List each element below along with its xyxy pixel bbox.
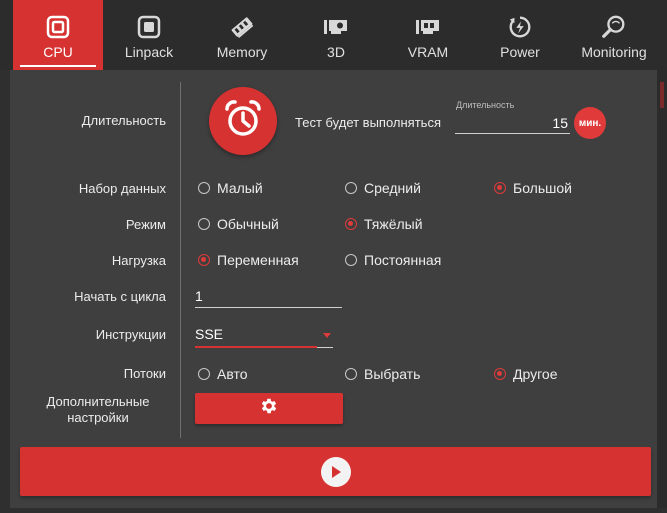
bottom-border bbox=[0, 508, 667, 513]
tab-label: Monitoring bbox=[581, 44, 647, 60]
tab-power[interactable]: Power bbox=[474, 0, 566, 70]
radio-label: Обычный bbox=[217, 216, 279, 232]
start-cycle-input[interactable]: 1 bbox=[195, 285, 342, 308]
separator-line bbox=[180, 82, 181, 438]
radio-label: Средний bbox=[364, 180, 421, 196]
threads-label: Потоки bbox=[123, 366, 166, 381]
advanced-label-line2: настройки bbox=[67, 410, 129, 425]
dropdown-arrow-icon[interactable] bbox=[323, 333, 331, 338]
mode-option-heavy[interactable]: Тяжёлый bbox=[345, 216, 423, 232]
advanced-settings-button[interactable] bbox=[195, 393, 343, 424]
tab-memory[interactable]: Memory bbox=[196, 0, 288, 70]
cpu-icon bbox=[45, 14, 71, 40]
threads-option-other[interactable]: Другое bbox=[494, 366, 557, 382]
dataset-option-medium[interactable]: Средний bbox=[345, 180, 421, 196]
load-option-constant[interactable]: Постоянная bbox=[345, 252, 441, 268]
tab-vram[interactable]: VRAM bbox=[382, 0, 474, 70]
radio-label: Большой bbox=[513, 180, 572, 196]
radio-label: Выбрать bbox=[364, 366, 421, 382]
alarm-clock-icon bbox=[222, 98, 264, 145]
select-focus-underline bbox=[195, 346, 317, 348]
radio-circle[interactable] bbox=[345, 254, 357, 266]
power-icon bbox=[507, 14, 533, 40]
dataset-label: Набор данных bbox=[78, 181, 166, 196]
tab-label: 3D bbox=[327, 44, 345, 60]
load-label: Нагрузка bbox=[111, 253, 166, 268]
advanced-settings-label: Дополнительные настройки bbox=[30, 394, 166, 426]
scrollbar[interactable] bbox=[657, 70, 667, 513]
play-icon bbox=[320, 456, 351, 487]
duration-description: Тест будет выполняться bbox=[295, 115, 441, 130]
monitoring-icon bbox=[601, 14, 627, 40]
instructions-label: Инструкции bbox=[95, 327, 166, 342]
tab-label: CPU bbox=[43, 44, 73, 60]
memory-icon bbox=[229, 14, 255, 40]
scrollbar-thumb[interactable] bbox=[660, 82, 664, 108]
threads-option-select[interactable]: Выбрать bbox=[345, 366, 420, 382]
radio-circle[interactable] bbox=[345, 182, 357, 194]
tab-monitoring[interactable]: Monitoring bbox=[568, 0, 660, 70]
radio-label: Авто bbox=[217, 366, 248, 382]
radio-circle[interactable] bbox=[198, 254, 210, 266]
mode-option-normal[interactable]: Обычный bbox=[198, 216, 279, 232]
gear-icon bbox=[259, 396, 279, 421]
tab-label: Linpack bbox=[124, 44, 174, 60]
dataset-option-small[interactable]: Малый bbox=[198, 180, 263, 196]
tab-label: Power bbox=[500, 44, 540, 60]
duration-label: Длительность bbox=[81, 113, 166, 128]
chip-icon bbox=[136, 14, 162, 40]
tab-cpu[interactable]: CPU bbox=[13, 0, 103, 70]
instructions-selected-value: SSE bbox=[195, 326, 224, 342]
dataset-option-large[interactable]: Большой bbox=[494, 180, 572, 196]
radio-circle[interactable] bbox=[494, 182, 506, 194]
tab-3d[interactable]: 3D bbox=[290, 0, 382, 70]
tab-bar: CPU Linpack Memory 3D VRAM Power Monitor… bbox=[0, 0, 667, 70]
instructions-select[interactable]: SSE bbox=[195, 323, 333, 348]
radio-label: Переменная bbox=[217, 252, 299, 268]
timer-button[interactable] bbox=[209, 87, 277, 155]
minutes-unit-badge: мин. bbox=[574, 107, 606, 139]
radio-circle[interactable] bbox=[198, 182, 210, 194]
threads-option-auto[interactable]: Авто bbox=[198, 366, 248, 382]
start-cycle-label: Начать с цикла bbox=[74, 289, 166, 304]
load-option-variable[interactable]: Переменная bbox=[198, 252, 299, 268]
radio-circle[interactable] bbox=[345, 218, 357, 230]
radio-circle[interactable] bbox=[198, 368, 210, 380]
start-test-button[interactable] bbox=[20, 447, 651, 496]
tab-label: VRAM bbox=[407, 44, 449, 60]
active-tab-underline bbox=[20, 65, 96, 67]
tab-label: Memory bbox=[216, 44, 268, 60]
radio-circle[interactable] bbox=[494, 368, 506, 380]
gpu-icon bbox=[323, 14, 349, 40]
duration-input[interactable]: 15 bbox=[455, 112, 570, 134]
radio-label: Постоянная bbox=[364, 252, 442, 268]
duration-field-caption: Длительность bbox=[456, 100, 515, 110]
vram-icon bbox=[415, 14, 441, 40]
advanced-label-line1: Дополнительные bbox=[46, 394, 150, 409]
tab-linpack[interactable]: Linpack bbox=[104, 0, 194, 70]
radio-label: Малый bbox=[217, 180, 263, 196]
mode-label: Режим bbox=[125, 217, 166, 232]
left-border bbox=[0, 70, 10, 513]
radio-circle[interactable] bbox=[345, 368, 357, 380]
radio-label: Тяжёлый bbox=[364, 216, 423, 232]
radio-circle[interactable] bbox=[198, 218, 210, 230]
radio-label: Другое bbox=[513, 366, 558, 382]
